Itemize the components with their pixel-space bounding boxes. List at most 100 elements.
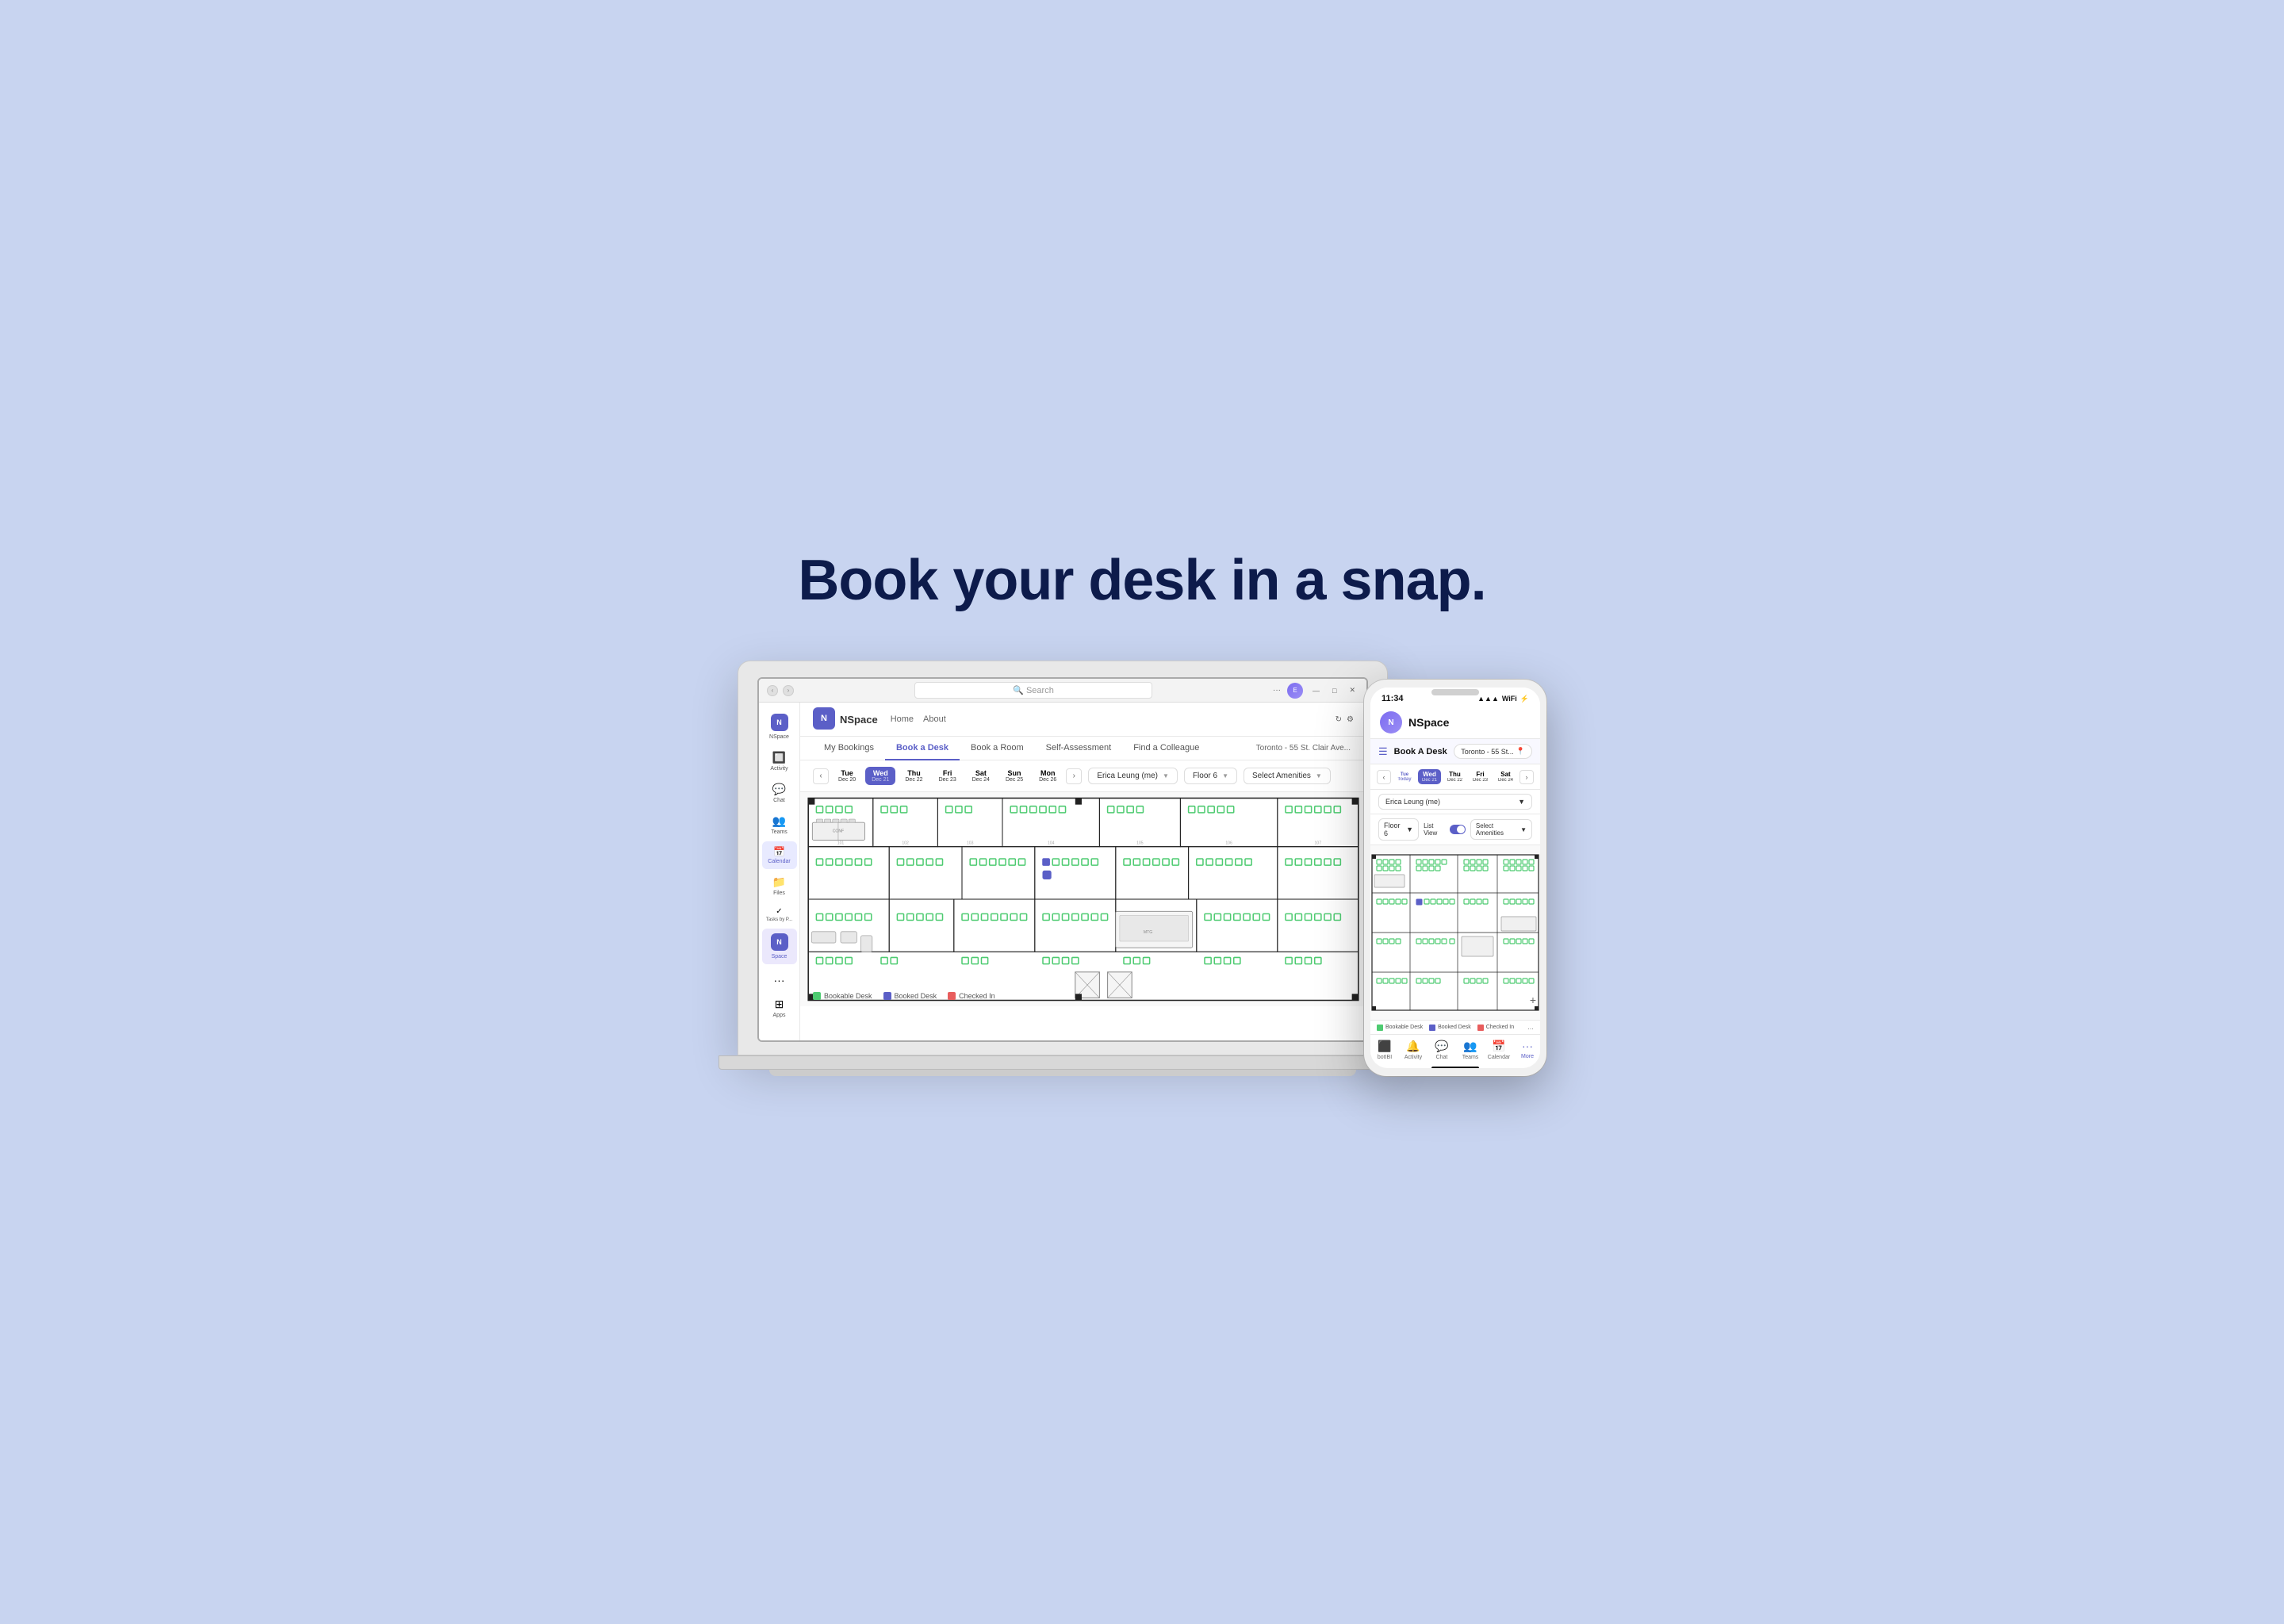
date-wed[interactable]: Wed Dec 21 (865, 767, 895, 785)
sidebar-item-files[interactable]: 📁 Files (762, 871, 797, 901)
phone-amenities-select[interactable]: Select Amenities ▼ (1470, 819, 1532, 840)
tab-book-a-desk[interactable]: Book a Desk (885, 737, 960, 760)
chat-icon: 💬 (772, 783, 786, 796)
sidebar-item-apps[interactable]: ⊞ Apps (762, 993, 797, 1023)
search-bar[interactable]: 🔍 Search (914, 682, 1152, 699)
close-btn[interactable]: ✕ (1346, 686, 1359, 695)
amenities-select[interactable]: Select Amenities ▼ (1244, 768, 1331, 784)
chat-icon: 💬 (1435, 1040, 1448, 1053)
bookable-dot (1377, 1025, 1383, 1031)
date-tue[interactable]: Tue Dec 20 (832, 767, 862, 785)
svg-text:MTG: MTG (1144, 930, 1152, 935)
phone-nav-chat[interactable]: 💬 Chat (1428, 1040, 1456, 1060)
phone-date-fri[interactable]: Fri Dec 23 (1469, 769, 1492, 784)
phone-nav-calendar[interactable]: 📅 Calendar (1485, 1040, 1513, 1060)
phone-nav-more[interactable]: ··· More (1513, 1040, 1540, 1059)
date-thu[interactable]: Thu Dec 22 (899, 767, 929, 785)
nspace-logo: N (813, 707, 835, 730)
location-btn[interactable]: Toronto - 55 St... 📍 (1454, 744, 1532, 759)
sidebar-item-more[interactable]: ··· (762, 969, 797, 991)
booked-dot (1429, 1025, 1435, 1031)
phone-list-view-toggle[interactable]: List View (1424, 822, 1466, 837)
date-fri[interactable]: Fri Dec 23 (933, 767, 963, 785)
phone-person-select[interactable]: Erica Leung (me) ▼ (1378, 794, 1532, 810)
date-mon[interactable]: Mon Dec 26 (1033, 767, 1063, 785)
phone-date-sat[interactable]: Sat Dec 24 (1494, 769, 1517, 784)
phone-nav-home[interactable]: ⬛ botIBI (1370, 1040, 1399, 1060)
laptop-body: ‹ › 🔍 Search ··· E — □ ✕ (738, 661, 1388, 1055)
phone-status-icons: ▲▲▲ WiFi ⚡ (1477, 695, 1529, 703)
sidebar-item-teams[interactable]: 👥 Teams (762, 810, 797, 840)
tab-self-assessment[interactable]: Self-Assessment (1035, 737, 1123, 760)
svg-text:+: + (1530, 994, 1536, 1006)
svg-text:106: 106 (1225, 841, 1232, 846)
home-indicator (1431, 1067, 1479, 1068)
sidebar-label-nspace: Space (772, 954, 788, 959)
search-icon: 🔍 (1013, 686, 1024, 695)
laptop-base (719, 1055, 1407, 1070)
booked-color (883, 992, 891, 1000)
nav-about[interactable]: About (923, 714, 946, 724)
laptop-device: ‹ › 🔍 Search ··· E — □ ✕ (738, 661, 1388, 1076)
date-day: Sat (1500, 771, 1510, 778)
nspace-icon: N (771, 933, 788, 951)
sidebar-item-chat[interactable]: 💬 Chat (762, 778, 797, 808)
sidebar-item-calendar[interactable]: 📅 Calendar (762, 841, 797, 869)
sidebar-item-activity[interactable]: N NSpace (762, 709, 797, 745)
phone-screen: 11:34 ▲▲▲ WiFi ⚡ N NSpace ☰ Book A Desk (1370, 688, 1540, 1068)
tab-my-bookings[interactable]: My Bookings (813, 737, 885, 760)
sidebar-label-tasks: Tasks by P... (766, 917, 792, 922)
tasks-icon: ✓ (776, 907, 782, 916)
phone-date-tue[interactable]: Tue Today (1393, 771, 1416, 783)
maximize-btn[interactable]: □ (1329, 687, 1339, 695)
search-placeholder: Search (1026, 686, 1054, 695)
hamburger-icon[interactable]: ☰ (1378, 745, 1388, 758)
phone-nav-activity[interactable]: 🔔 Activity (1399, 1040, 1428, 1060)
teams-sidebar: N NSpace 🔲 Activity 💬 Chat 👥 (759, 703, 800, 1042)
calendar-icon: 📅 (773, 846, 785, 857)
person-select-label: Erica Leung (me) (1097, 772, 1158, 780)
legend-booked: Booked Desk (883, 992, 937, 1000)
sidebar-item-tasks[interactable]: ✓ Tasks by P... (762, 902, 797, 927)
tab-book-a-room[interactable]: Book a Room (960, 737, 1035, 760)
sidebar-label-files: Files (773, 891, 785, 896)
activity-icon: 🔔 (1406, 1040, 1420, 1053)
floor-select[interactable]: Floor 6 ▼ (1184, 768, 1237, 784)
minimize-btn[interactable]: — (1309, 687, 1323, 695)
phone-nav-teams[interactable]: 👥 Teams (1456, 1040, 1485, 1060)
back-btn[interactable]: ‹ (767, 685, 778, 696)
phone-date-wed[interactable]: Wed Dec 21 (1418, 769, 1441, 784)
tab-find-colleague[interactable]: Find a Colleague (1122, 737, 1210, 760)
date-day-label: Tue (841, 769, 853, 777)
date-sun[interactable]: Sun Dec 25 (999, 767, 1029, 785)
phone-date-thu[interactable]: Thu Dec 22 (1443, 769, 1466, 784)
nav-tabs: My Bookings Book a Desk Book a Room Self… (800, 737, 1366, 760)
checked-in-dot (1477, 1025, 1484, 1031)
date-sat[interactable]: Sat Dec 24 (966, 767, 996, 785)
prev-date-btn[interactable]: ‹ (1377, 770, 1391, 784)
date-sub: Today (1397, 777, 1411, 782)
forward-btn[interactable]: › (783, 685, 794, 696)
booked-label: Booked Desk (895, 992, 937, 1000)
svg-text:104: 104 (1048, 841, 1055, 846)
nav-home[interactable]: Home (891, 714, 914, 724)
date-sub-label: Dec 22 (905, 777, 922, 783)
phone-device: 11:34 ▲▲▲ WiFi ⚡ N NSpace ☰ Book A Desk (1364, 680, 1546, 1076)
next-date-btn[interactable]: › (1519, 770, 1534, 784)
person-select[interactable]: Erica Leung (me) ▼ (1088, 768, 1178, 784)
toggle-switch[interactable] (1450, 825, 1466, 834)
phone-floor-select[interactable]: Floor 6 ▼ (1378, 818, 1419, 841)
user-avatar[interactable]: E (1287, 683, 1303, 699)
more-icon: ··· (1273, 686, 1281, 695)
phone-person-row: Erica Leung (me) ▼ (1370, 790, 1540, 814)
date-nav: ‹ Tue Dec 20 Wed Dec 21 (813, 767, 1082, 785)
date-day-label: Sat (975, 769, 987, 777)
refresh-icon[interactable]: ↻ (1336, 715, 1342, 724)
sidebar-item-activity2[interactable]: 🔲 Activity (762, 746, 797, 776)
next-date-btn[interactable]: › (1066, 768, 1082, 784)
home-icon: ⬛ (1378, 1040, 1391, 1053)
prev-date-btn[interactable]: ‹ (813, 768, 829, 784)
sidebar-item-nspace[interactable]: N Space (762, 929, 797, 964)
app-header: N NSpace Home About ↻ ⚙ (800, 703, 1366, 737)
settings-icon[interactable]: ⚙ (1347, 715, 1354, 724)
